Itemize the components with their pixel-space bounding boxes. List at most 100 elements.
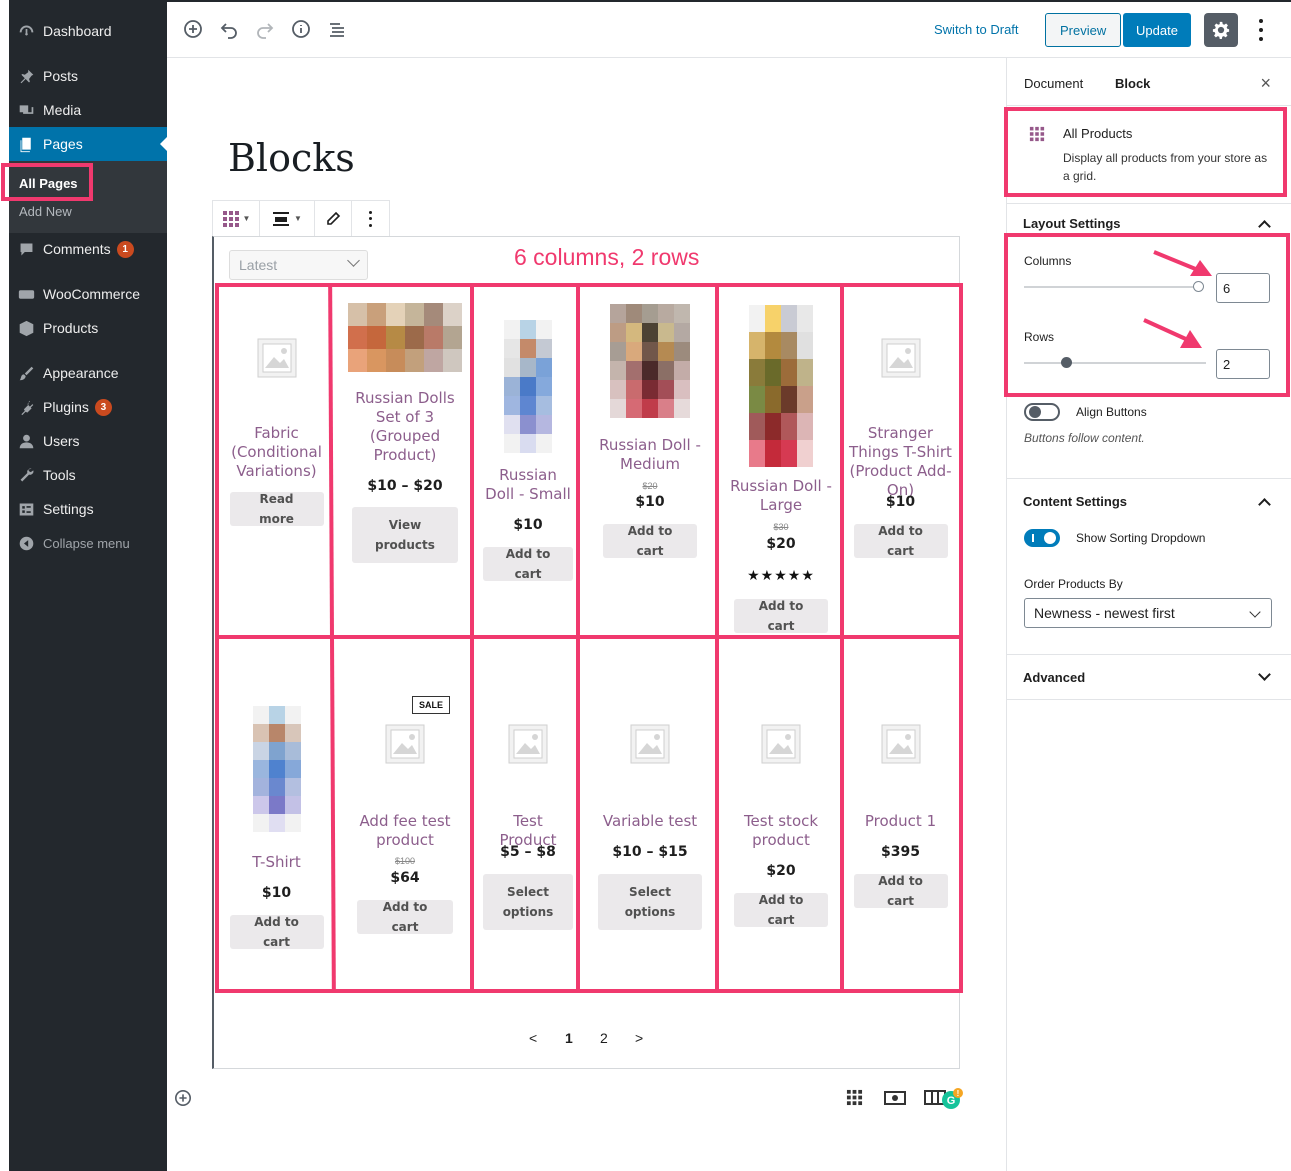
more-vertical-icon: [366, 210, 376, 227]
undo-icon[interactable]: [218, 18, 240, 40]
sidebar-item-pages[interactable]: Pages: [9, 127, 168, 161]
pagination-next[interactable]: >: [635, 1030, 643, 1046]
submenu-add-new[interactable]: Add New: [19, 204, 72, 219]
sidebar-item-settings[interactable]: Settings: [9, 492, 167, 526]
arrow-pointer-icon: [1153, 250, 1212, 276]
add-block-inline-icon[interactable]: [174, 1089, 192, 1112]
add-block-icon[interactable]: [182, 18, 204, 40]
redo-icon[interactable]: [254, 18, 276, 40]
align-button[interactable]: ▼: [260, 201, 315, 236]
sidebar-item-label: Users: [43, 433, 80, 449]
grid-icon: [222, 210, 239, 227]
block-toolbar: ▼ ▼: [212, 200, 390, 237]
divider: [1007, 654, 1291, 655]
pagination-page-1[interactable]: 1: [565, 1030, 573, 1046]
wrench-icon: [9, 467, 43, 484]
switch-to-draft-button[interactable]: Switch to Draft: [934, 22, 1019, 37]
info-icon[interactable]: [290, 18, 312, 40]
svg-text:G: G: [947, 1095, 956, 1107]
grid-block-icon[interactable]: [846, 1089, 863, 1111]
sidebar-item-label: Pages: [43, 136, 83, 152]
sidebar-item-users[interactable]: Users: [9, 424, 167, 458]
sidebar-item-posts[interactable]: Posts: [9, 59, 167, 93]
grid-column-divider: [840, 287, 844, 989]
editor-top-toolbar: Switch to Draft Preview Update: [167, 0, 1291, 58]
chevron-up-icon[interactable]: [1258, 498, 1271, 511]
sidebar-item-label: Media: [43, 102, 82, 118]
divider: [1007, 105, 1291, 106]
sidebar-item-label: Collapse menu: [43, 535, 130, 551]
woocommerce-icon: [9, 286, 43, 303]
product-card: Variable test $10 – $15 Select options: [585, 0, 715, 930]
layout-highlight: [1004, 233, 1290, 397]
block-type-switcher[interactable]: ▼: [213, 201, 260, 236]
page-title[interactable]: Blocks: [228, 136, 355, 180]
close-icon[interactable]: ×: [1260, 73, 1271, 94]
settings-button[interactable]: [1204, 13, 1238, 47]
chevron-up-icon[interactable]: [1258, 220, 1271, 233]
update-button[interactable]: Update: [1123, 13, 1191, 47]
block-more-options[interactable]: [352, 201, 389, 236]
media-icon: [9, 102, 43, 119]
all-pages-highlight: [1, 163, 93, 201]
divider: [1007, 478, 1291, 479]
outline-icon[interactable]: [326, 18, 348, 40]
sidebar-item-products[interactable]: Products: [9, 311, 167, 345]
sort-dropdown-value: Latest: [239, 257, 278, 273]
tab-document[interactable]: Document: [1024, 76, 1083, 91]
divider: [1007, 203, 1291, 204]
sidebar-item-label: Posts: [43, 68, 79, 84]
block-inspector: Document Block × All Products Display al…: [1004, 58, 1291, 1171]
product-card: Test stock product $20 Add to cart: [722, 0, 840, 927]
content-settings-toggle[interactable]: Content Settings: [1023, 494, 1127, 509]
settings-icon: [9, 501, 43, 518]
align-buttons-help: Buttons follow content.: [1024, 431, 1145, 445]
chevron-down-icon: ▼: [242, 214, 251, 223]
admin-sidebar: Dashboard Posts Media Pages All Pages Ad…: [1, 0, 168, 1171]
sidebar-item-plugins[interactable]: Plugins 3: [9, 390, 167, 424]
sidebar-item-appearance[interactable]: Appearance: [9, 356, 167, 390]
money-icon[interactable]: [884, 1089, 906, 1111]
product-card: Test Product $5 – $8 Select options: [480, 0, 576, 930]
show-sorting-toggle[interactable]: [1024, 529, 1060, 547]
collapse-menu-button[interactable]: Collapse menu: [9, 526, 167, 560]
sidebar-item-woocommerce[interactable]: WooCommerce: [9, 277, 167, 311]
divider: [1007, 699, 1291, 700]
pin-icon: [9, 68, 43, 85]
sidebar-item-label: Appearance: [43, 365, 119, 381]
sidebar-item-dashboard[interactable]: Dashboard: [9, 14, 167, 48]
sidebar-item-label: Comments: [43, 241, 111, 257]
sidebar-item-media[interactable]: Media: [9, 93, 167, 127]
plugins-count-badge: 3: [94, 398, 112, 416]
grid-column-divider: [715, 287, 719, 989]
sidebar-item-label: Settings: [43, 501, 94, 517]
show-sorting-label: Show Sorting Dropdown: [1076, 531, 1206, 545]
sort-dropdown[interactable]: Latest: [229, 250, 368, 280]
gear-icon: [1212, 21, 1230, 39]
layout-settings-toggle[interactable]: Layout Settings: [1023, 216, 1121, 231]
annotation-label: 6 columns, 2 rows: [514, 244, 700, 270]
chevron-down-icon[interactable]: [1258, 668, 1271, 681]
sidebar-item-label: WooCommerce: [43, 286, 140, 302]
order-by-select[interactable]: Newness - newest first: [1024, 598, 1272, 628]
more-options-icon[interactable]: [1256, 19, 1266, 41]
tab-block[interactable]: Block: [1115, 76, 1150, 91]
chevron-down-icon: [347, 254, 360, 267]
edit-button[interactable]: [315, 201, 352, 236]
preview-button[interactable]: Preview: [1045, 13, 1122, 47]
products-icon: [9, 320, 43, 337]
align-buttons-toggle[interactable]: [1024, 403, 1060, 421]
arrow-pointer-icon: [1143, 318, 1202, 348]
comment-icon: [9, 241, 43, 258]
chevron-down-icon: ▼: [294, 214, 302, 223]
pagination: < 1 2 >: [520, 1030, 650, 1050]
chevron-down-icon: [1249, 606, 1261, 618]
sidebar-item-comments[interactable]: Comments 1: [9, 232, 167, 266]
sidebar-item-tools[interactable]: Tools: [9, 458, 167, 492]
advanced-toggle[interactable]: Advanced: [1023, 670, 1085, 685]
product-card: SALE Add fee test product $100 $64 Add to ca…: [340, 0, 470, 934]
pagination-prev[interactable]: <: [529, 1030, 537, 1046]
grammarly-icon[interactable]: G!: [941, 1088, 963, 1115]
pencil-icon: [327, 211, 341, 225]
pagination-page-2[interactable]: 2: [600, 1030, 608, 1046]
